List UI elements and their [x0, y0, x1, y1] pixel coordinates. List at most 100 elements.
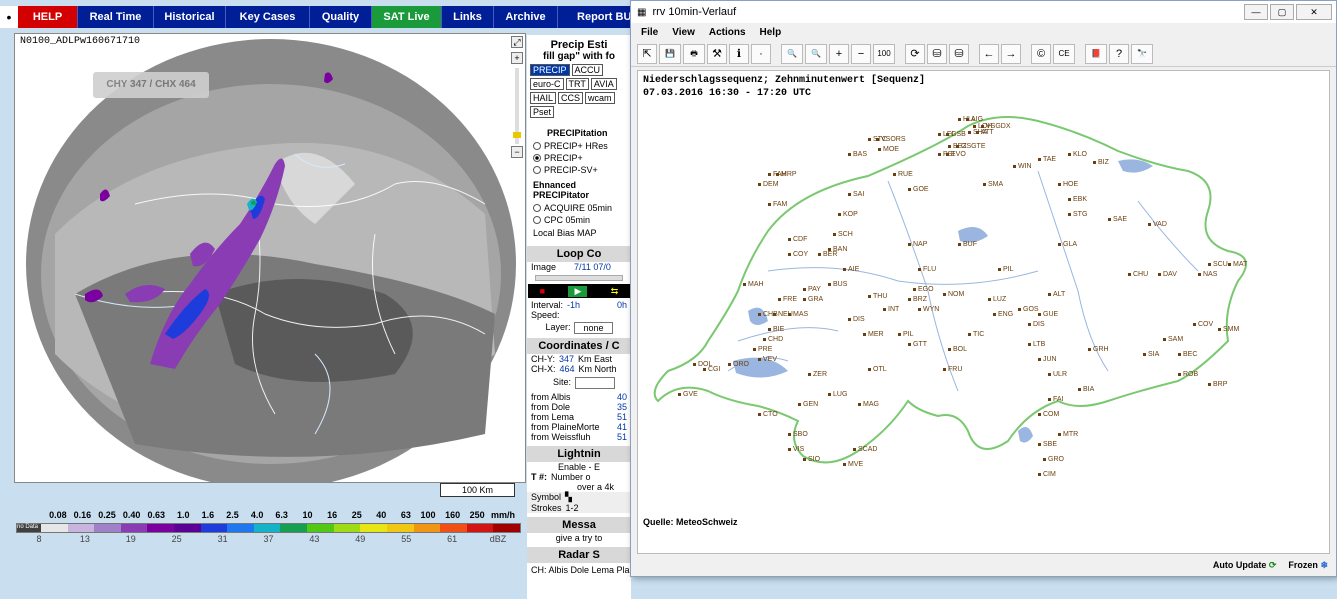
station-label[interactable]: MER — [863, 331, 884, 338]
local-bias-link[interactable]: Local Bias MAP — [527, 226, 631, 240]
station-label[interactable]: ATT — [976, 129, 994, 136]
nav-links[interactable]: Links — [442, 6, 494, 28]
station-label[interactable]: GOS — [1018, 306, 1039, 313]
blank-icon[interactable]: · — [751, 43, 771, 64]
station-label[interactable]: EGO — [913, 286, 934, 293]
station-label[interactable]: BOL — [948, 346, 967, 353]
tab-euro-c[interactable]: euro-C — [530, 78, 564, 90]
refresh-icon[interactable]: ⟳ — [905, 43, 925, 64]
tab-pset[interactable]: Pset — [530, 106, 555, 118]
tab-trt[interactable]: TRT — [565, 78, 589, 90]
station-label[interactable]: NAP — [908, 241, 927, 248]
station-label[interactable]: CDF — [788, 236, 807, 243]
tab-precip[interactable]: PRECIP — [530, 64, 570, 76]
station-label[interactable]: DAV — [1158, 271, 1177, 278]
question-icon[interactable]: ? — [1109, 43, 1129, 64]
ce-icon[interactable]: CE — [1053, 43, 1075, 64]
station-label[interactable]: GVE — [678, 391, 698, 398]
station-label[interactable]: SAE — [1108, 216, 1127, 223]
station-label[interactable]: MOE — [878, 146, 899, 153]
station-label[interactable]: SBE — [1038, 441, 1057, 448]
station-label[interactable]: ZER — [808, 371, 827, 378]
minus-icon[interactable]: − — [851, 43, 871, 64]
station-label[interactable]: GTT — [908, 341, 927, 348]
station-label[interactable]: GEN — [798, 401, 818, 408]
zoom-slider-handle[interactable] — [513, 132, 521, 138]
station-label[interactable]: EBK — [1068, 196, 1087, 203]
station-label[interactable]: AIG — [966, 116, 983, 123]
tab-wcam[interactable]: wcam — [585, 92, 615, 104]
station-label[interactable]: TIC — [968, 331, 984, 338]
overlay-b-icon[interactable]: ⛁ — [949, 43, 969, 64]
lightning-enable[interactable]: Enable - E — [527, 462, 631, 472]
tool-icon[interactable]: ⚒ — [707, 43, 727, 64]
station-label[interactable]: FAI — [1048, 396, 1064, 403]
station-label[interactable]: DEM — [758, 181, 779, 188]
tab-avia[interactable]: AVIA — [590, 78, 617, 90]
station-label[interactable]: PIL — [898, 331, 914, 338]
station-label[interactable]: VSORS — [876, 136, 906, 143]
tab-ccs[interactable]: CCS — [558, 92, 584, 104]
play-icon[interactable]: ▶ — [568, 285, 588, 297]
station-label[interactable]: LTB — [1028, 341, 1045, 348]
station-label[interactable]: VEV — [758, 356, 777, 363]
station-label[interactable]: MRP — [776, 171, 797, 178]
station-label[interactable]: NAS — [1198, 271, 1217, 278]
tab-hail[interactable]: HAIL — [530, 92, 557, 104]
station-label[interactable]: GSGTE — [956, 143, 986, 150]
arrow-left-icon[interactable]: ← — [979, 43, 999, 64]
station-label[interactable]: SCAD — [853, 446, 877, 453]
nav-help[interactable]: HELP — [18, 6, 78, 28]
station-label[interactable]: SMM — [1218, 326, 1239, 333]
station-label[interactable]: SMA — [983, 181, 1003, 188]
station-label[interactable]: NOM — [943, 291, 964, 298]
station-label[interactable]: BRP — [1208, 381, 1227, 388]
station-label[interactable]: OTL — [868, 366, 887, 373]
save-icon[interactable]: 💾 — [659, 43, 681, 64]
station-label[interactable]: CHD — [763, 336, 783, 343]
station-label[interactable]: NEU — [773, 311, 793, 318]
station-label[interactable]: ORO — [728, 361, 749, 368]
image-slider[interactable] — [535, 275, 623, 281]
station-label[interactable]: KLO — [1068, 151, 1087, 158]
station-label[interactable]: ALT — [1048, 291, 1065, 298]
overlay-a-icon[interactable]: ⛁ — [927, 43, 947, 64]
nav-archive[interactable]: Archive — [494, 6, 558, 28]
station-label[interactable]: BAS — [848, 151, 867, 158]
station-label[interactable]: SAM — [1163, 336, 1183, 343]
fullscreen-icon[interactable]: ⤢ — [511, 36, 523, 48]
station-label[interactable]: TAE — [1038, 156, 1056, 163]
station-label[interactable]: WIN — [1013, 163, 1032, 170]
station-label[interactable]: CIM — [1038, 471, 1056, 478]
station-label[interactable]: PIL — [998, 266, 1014, 273]
radio-cpc-05min[interactable]: CPC 05min — [527, 214, 631, 226]
minimize-icon[interactable]: — — [1244, 4, 1268, 20]
station-label[interactable]: CHU — [1128, 271, 1148, 278]
station-label[interactable]: GUE — [1038, 311, 1058, 318]
station-label[interactable]: RUE — [893, 171, 913, 178]
station-label[interactable]: JUN — [1038, 356, 1057, 363]
station-label[interactable]: BUF — [958, 241, 977, 248]
site-input[interactable] — [575, 377, 616, 389]
copyright-icon[interactable]: © — [1031, 43, 1051, 64]
station-label[interactable]: FAM — [768, 201, 787, 208]
help-round-icon[interactable]: ℹ — [729, 43, 749, 64]
station-label[interactable]: SCU — [1208, 261, 1228, 268]
station-label[interactable]: CGI — [703, 366, 720, 373]
station-label[interactable]: COY — [788, 251, 808, 258]
zoom-in-icon[interactable]: + — [511, 52, 523, 64]
radio-precip-hres[interactable]: PRECIP+ HRes — [527, 140, 631, 152]
menu-view[interactable]: View — [672, 27, 695, 38]
station-label[interactable]: DIS — [1028, 321, 1045, 328]
radio-precip-sv-[interactable]: PRECIP-SV+ — [527, 164, 631, 176]
station-label[interactable]: AIE — [843, 266, 859, 273]
zoom-100-icon[interactable]: 100 — [873, 43, 895, 64]
maximize-icon[interactable]: ▢ — [1270, 4, 1294, 20]
station-label[interactable]: ENG — [993, 311, 1013, 318]
menu-help[interactable]: Help — [760, 27, 782, 38]
station-label[interactable]: VIS — [788, 446, 804, 453]
arrow-right-icon[interactable]: → — [1001, 43, 1021, 64]
station-label[interactable]: PRE — [753, 346, 772, 353]
zoom-out-icon[interactable]: 🔍 — [805, 43, 827, 64]
auto-update-toggle[interactable]: Auto Update ⟳ — [1213, 560, 1277, 571]
